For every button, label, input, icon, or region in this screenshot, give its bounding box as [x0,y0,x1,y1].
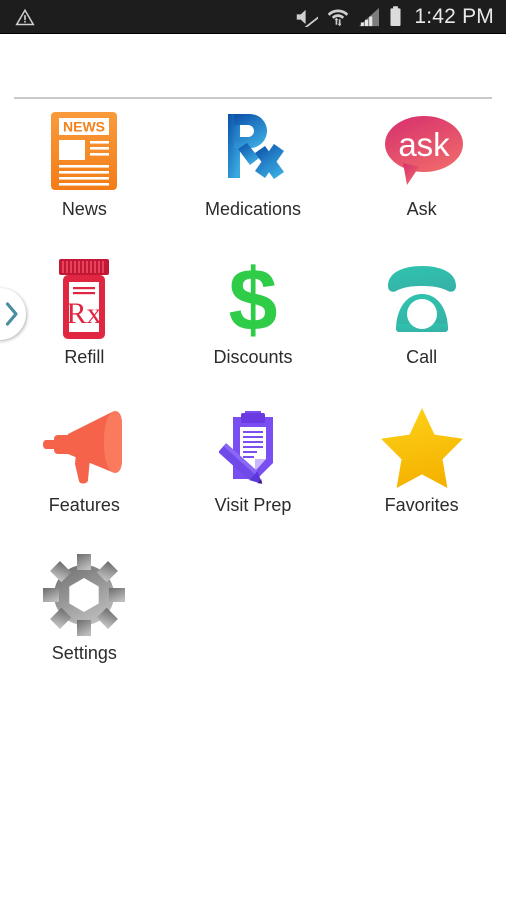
star-icon [378,404,466,490]
status-bar: 1:42 PM [0,0,506,34]
telephone-icon [378,256,466,342]
cellular-signal-icon [359,7,380,26]
grid-item-visit-prep[interactable]: Visit Prep [169,404,338,528]
grid-item-settings[interactable]: Settings [0,552,169,676]
dollar-sign-icon: $ [209,256,297,342]
app-grid: NEWS News Medications ask Ask Rx Refill … [0,108,506,676]
grid-item-label: Ask [406,199,437,219]
grid-item-refill[interactable]: Rx Refill [0,256,169,380]
grid-item-features[interactable]: Features [0,404,169,528]
battery-icon [390,6,401,26]
svg-text:NEWS: NEWS [63,119,105,135]
warning-triangle-icon [15,8,35,25]
grid-item-discounts[interactable]: $ Discounts [169,256,338,380]
mute-icon [297,9,319,27]
top-divider [14,97,492,99]
wifi-icon [328,9,349,27]
grid-empty-slot [337,552,506,676]
grid-item-label: Medications [204,199,302,219]
news-icon: NEWS [40,108,128,194]
grid-item-label: News [61,199,107,219]
svg-text:ask: ask [398,126,450,163]
grid-item-favorites[interactable]: Favorites [337,404,506,528]
grid-item-ask[interactable]: ask Ask [337,108,506,232]
grid-item-label: Visit Prep [214,495,292,515]
grid-item-label: Features [48,495,120,515]
pill-bottle-icon: Rx [40,256,128,342]
status-bar-left-icons [0,6,36,28]
svg-text:Rx: Rx [67,297,102,330]
grid-empty-slot [169,552,338,676]
megaphone-icon [40,404,128,490]
grid-item-label: Settings [51,643,117,663]
grid-item-medications[interactable]: Medications [169,108,338,232]
grid-item-call[interactable]: Call [337,256,506,380]
ask-bubble-icon: ask [378,108,466,194]
grid-item-label: Call [406,347,438,367]
status-bar-right-icons: 1:42 PM [295,6,506,27]
grid-item-news[interactable]: NEWS News [0,108,169,232]
rx-symbol-icon [209,108,297,194]
status-bar-clock: 1:42 PM [414,5,494,28]
clipboard-pencil-icon [209,404,297,490]
svg-text:$: $ [229,256,278,342]
grid-item-label: Favorites [384,495,459,515]
grid-item-label: Discounts [213,347,293,367]
grid-item-label: Refill [64,347,105,367]
gear-icon [40,552,128,638]
